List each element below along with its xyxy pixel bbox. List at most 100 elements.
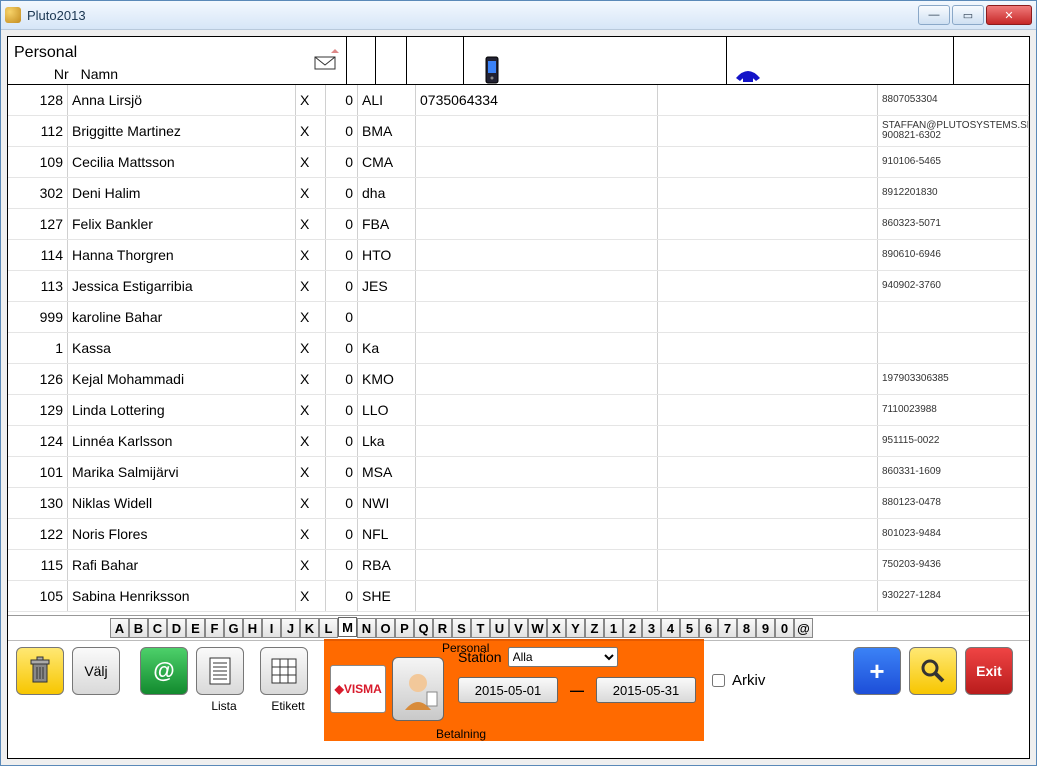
cell-code: NWI: [358, 488, 416, 518]
alpha-F[interactable]: F: [205, 618, 224, 638]
alpha-M[interactable]: M: [338, 617, 357, 637]
table-row[interactable]: 126Kejal MohammadiX0KMO197903306385: [8, 364, 1029, 395]
alpha-E[interactable]: E: [186, 618, 205, 638]
window-title: Pluto2013: [27, 8, 86, 23]
cell-name: Rafi Bahar: [68, 550, 296, 580]
table-row[interactable]: 124Linnéa KarlssonX0Lka951115-0022: [8, 426, 1029, 457]
table-row[interactable]: 122Noris FloresX0NFL801023-9484: [8, 519, 1029, 550]
table-body[interactable]: 128Anna LirsjöX0ALI073506433488070533041…: [8, 85, 1029, 615]
alpha-7[interactable]: 7: [718, 618, 737, 638]
alpha-N[interactable]: N: [357, 618, 376, 638]
table-row[interactable]: 101Marika SalmijärviX0MSA860331-1609: [8, 457, 1029, 488]
date-from-button[interactable]: 2015-05-01: [458, 677, 558, 703]
alpha-3[interactable]: 3: [642, 618, 661, 638]
header-phone-icon: [727, 64, 953, 84]
alpha-K[interactable]: K: [300, 618, 319, 638]
table-row[interactable]: 112Briggitte MartinezX0BMASTAFFAN@PLUTOS…: [8, 116, 1029, 147]
alpha-4[interactable]: 4: [661, 618, 680, 638]
close-button[interactable]: ✕: [986, 5, 1032, 25]
alpha-Y[interactable]: Y: [566, 618, 585, 638]
col-nr-label: Nr: [8, 64, 75, 84]
date-to-button[interactable]: 2015-05-31: [596, 677, 696, 703]
cell-code: NFL: [358, 519, 416, 549]
alpha-Q[interactable]: Q: [414, 618, 433, 638]
alpha-O[interactable]: O: [376, 618, 395, 638]
cell-code: SHE: [358, 581, 416, 611]
alpha-C[interactable]: C: [148, 618, 167, 638]
cell-x: X: [296, 333, 326, 363]
cell-phone: [658, 240, 878, 270]
etikett-button[interactable]: [260, 647, 308, 695]
table-row[interactable]: 109Cecilia MattssonX0CMA910106-5465: [8, 147, 1029, 178]
cell-mobile: [416, 116, 658, 146]
alpha-6[interactable]: 6: [699, 618, 718, 638]
table-row[interactable]: 113Jessica EstigarribiaX0JES940902-3760: [8, 271, 1029, 302]
arkiv-checkbox-row[interactable]: Arkiv: [708, 671, 765, 690]
cell-phone: [658, 147, 878, 177]
arkiv-checkbox[interactable]: [712, 674, 725, 687]
visma-button[interactable]: ◆VISMA: [330, 665, 386, 713]
cell-zero: 0: [326, 240, 358, 270]
alpha-U[interactable]: U: [490, 618, 509, 638]
etikett-label: Etikett: [271, 699, 304, 713]
cell-nr: 101: [8, 457, 68, 487]
alpha-L[interactable]: L: [319, 618, 338, 638]
alpha-0[interactable]: 0: [775, 618, 794, 638]
alpha-G[interactable]: G: [224, 618, 243, 638]
alpha-@[interactable]: @: [794, 618, 813, 638]
cell-phone: [658, 302, 878, 332]
arkiv-label: Arkiv: [732, 672, 765, 689]
table-row[interactable]: 302Deni HalimX0dha8912201830: [8, 178, 1029, 209]
table-row[interactable]: 114Hanna ThorgrenX0HTO890610-6946: [8, 240, 1029, 271]
alpha-8[interactable]: 8: [737, 618, 756, 638]
alpha-2[interactable]: 2: [623, 618, 642, 638]
table-row[interactable]: 128Anna LirsjöX0ALI07350643348807053304: [8, 85, 1029, 116]
search-button[interactable]: [909, 647, 957, 695]
table-row[interactable]: 999karoline BaharX0: [8, 302, 1029, 333]
minimize-button[interactable]: —: [918, 5, 950, 25]
table-row[interactable]: 115Rafi BaharX0RBA750203-9436: [8, 550, 1029, 581]
exit-button[interactable]: Exit: [965, 647, 1013, 695]
trash-button[interactable]: [16, 647, 64, 695]
table-row[interactable]: 1KassaX0Ka: [8, 333, 1029, 364]
alpha-1[interactable]: 1: [604, 618, 623, 638]
alpha-5[interactable]: 5: [680, 618, 699, 638]
cell-name: Linnéa Karlsson: [68, 426, 296, 456]
valj-button[interactable]: Välj: [72, 647, 120, 695]
alpha-W[interactable]: W: [528, 618, 547, 638]
cell-x: X: [296, 240, 326, 270]
alpha-R[interactable]: R: [433, 618, 452, 638]
cell-mobile: [416, 333, 658, 363]
alpha-V[interactable]: V: [509, 618, 528, 638]
maximize-button[interactable]: ▭: [952, 5, 984, 25]
cell-mobile: [416, 550, 658, 580]
alpha-X[interactable]: X: [547, 618, 566, 638]
table-row[interactable]: 105Sabina HenrikssonX0SHE930227-1284: [8, 581, 1029, 612]
alpha-I[interactable]: I: [262, 618, 281, 638]
cell-zero: 0: [326, 519, 358, 549]
email-button[interactable]: @: [140, 647, 188, 695]
cell-name: karoline Bahar: [68, 302, 296, 332]
cell-nr: 130: [8, 488, 68, 518]
alpha-H[interactable]: H: [243, 618, 262, 638]
personal-image-button[interactable]: [392, 657, 444, 721]
alpha-P[interactable]: P: [395, 618, 414, 638]
alpha-A[interactable]: A: [110, 618, 129, 638]
add-button[interactable]: +: [853, 647, 901, 695]
alpha-Z[interactable]: Z: [585, 618, 604, 638]
table-row[interactable]: 130Niklas WidellX0NWI880123-0478: [8, 488, 1029, 519]
cell-phone: [658, 209, 878, 239]
cell-nr: 127: [8, 209, 68, 239]
alpha-T[interactable]: T: [471, 618, 490, 638]
table-row[interactable]: 127Felix BanklerX0FBA860323-5071: [8, 209, 1029, 240]
lista-button[interactable]: [196, 647, 244, 695]
alpha-J[interactable]: J: [281, 618, 300, 638]
alpha-S[interactable]: S: [452, 618, 471, 638]
cell-code: KMO: [358, 364, 416, 394]
alpha-D[interactable]: D: [167, 618, 186, 638]
station-select[interactable]: Alla: [508, 647, 618, 667]
alpha-B[interactable]: B: [129, 618, 148, 638]
personal-label: Personal: [442, 641, 489, 655]
alpha-9[interactable]: 9: [756, 618, 775, 638]
table-row[interactable]: 129Linda LotteringX0LLO7110023988: [8, 395, 1029, 426]
